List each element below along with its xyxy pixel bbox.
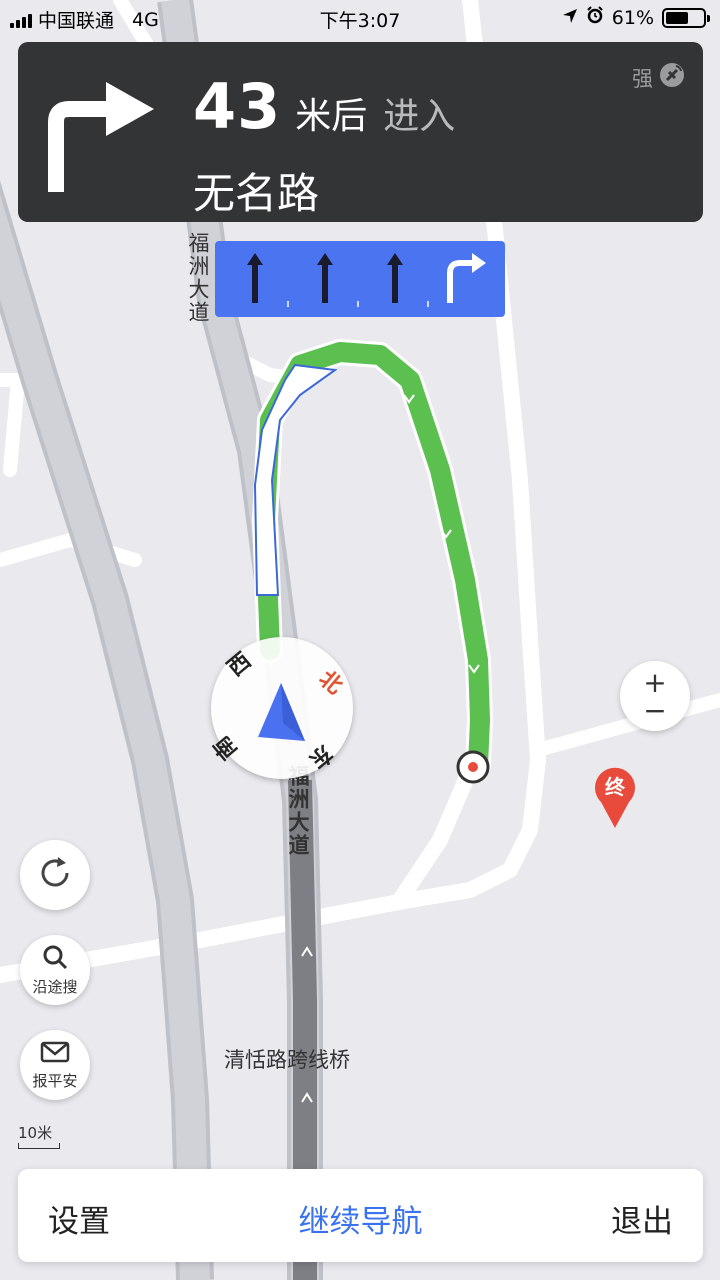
report-safe-label: 报平安 bbox=[32, 1071, 78, 1090]
destination-label: 终 bbox=[605, 775, 625, 799]
vehicle-location-icon bbox=[253, 679, 315, 749]
search-icon bbox=[42, 944, 68, 974]
status-bar: 中国联通 4G 下午3:07 61% bbox=[0, 0, 720, 36]
maneuver-action: 进入 bbox=[383, 96, 456, 137]
lane-straight-icon bbox=[220, 241, 290, 317]
destination-pin[interactable]: 终 bbox=[591, 764, 639, 834]
compass[interactable]: 西 北 东 南 bbox=[209, 637, 353, 779]
road-label-fuzhou-avenue: 福洲大道 bbox=[286, 765, 310, 857]
report-safe-button[interactable]: 报平安 bbox=[20, 1030, 90, 1100]
next-road-name: 无名路 bbox=[193, 169, 320, 218]
bridge-label: 清恬路跨线桥 bbox=[224, 1048, 350, 1072]
search-along-route-button[interactable]: 沿途搜 bbox=[20, 935, 90, 1005]
map-scale: 10米 bbox=[18, 1122, 60, 1149]
gps-satellite-icon bbox=[659, 62, 685, 93]
battery-icon bbox=[662, 7, 710, 28]
alarm-icon bbox=[586, 6, 604, 29]
search-along-route-label: 沿途搜 bbox=[32, 977, 78, 996]
refresh-icon bbox=[37, 855, 73, 895]
navigation-banner: 43 米后 进入 无名路 强 bbox=[18, 42, 703, 222]
gps-strength: 强 bbox=[632, 62, 685, 93]
navigation-bottom-bar: 继续导航 设置 退出 bbox=[18, 1169, 703, 1262]
distance-unit: 米后 bbox=[295, 96, 368, 137]
zoom-in-button[interactable]: + bbox=[620, 669, 690, 697]
continue-navigation-button[interactable]: 继续导航 bbox=[18, 1196, 703, 1241]
exit-button[interactable]: 退出 bbox=[611, 1196, 673, 1241]
scale-bar bbox=[18, 1143, 60, 1149]
location-arrow-icon bbox=[562, 7, 578, 29]
road-label-fuzhou-avenue: 福洲大道 bbox=[186, 232, 210, 324]
zoom-control: + − bbox=[620, 661, 690, 731]
mail-icon bbox=[40, 1040, 70, 1068]
lane-straight-icon bbox=[360, 241, 430, 317]
lane-right-turn-icon bbox=[430, 241, 500, 317]
distance-value: 43 bbox=[193, 70, 282, 143]
turn-right-icon bbox=[48, 77, 158, 196]
battery-percent: 61% bbox=[611, 6, 654, 29]
lane-guidance bbox=[215, 241, 505, 317]
gps-strength-label: 强 bbox=[632, 66, 653, 91]
zoom-out-button[interactable]: − bbox=[620, 697, 690, 725]
settings-button[interactable]: 设置 bbox=[48, 1196, 110, 1241]
lane-straight-icon bbox=[290, 241, 360, 317]
scale-label: 10米 bbox=[18, 1124, 53, 1142]
recenter-button[interactable] bbox=[20, 840, 90, 910]
